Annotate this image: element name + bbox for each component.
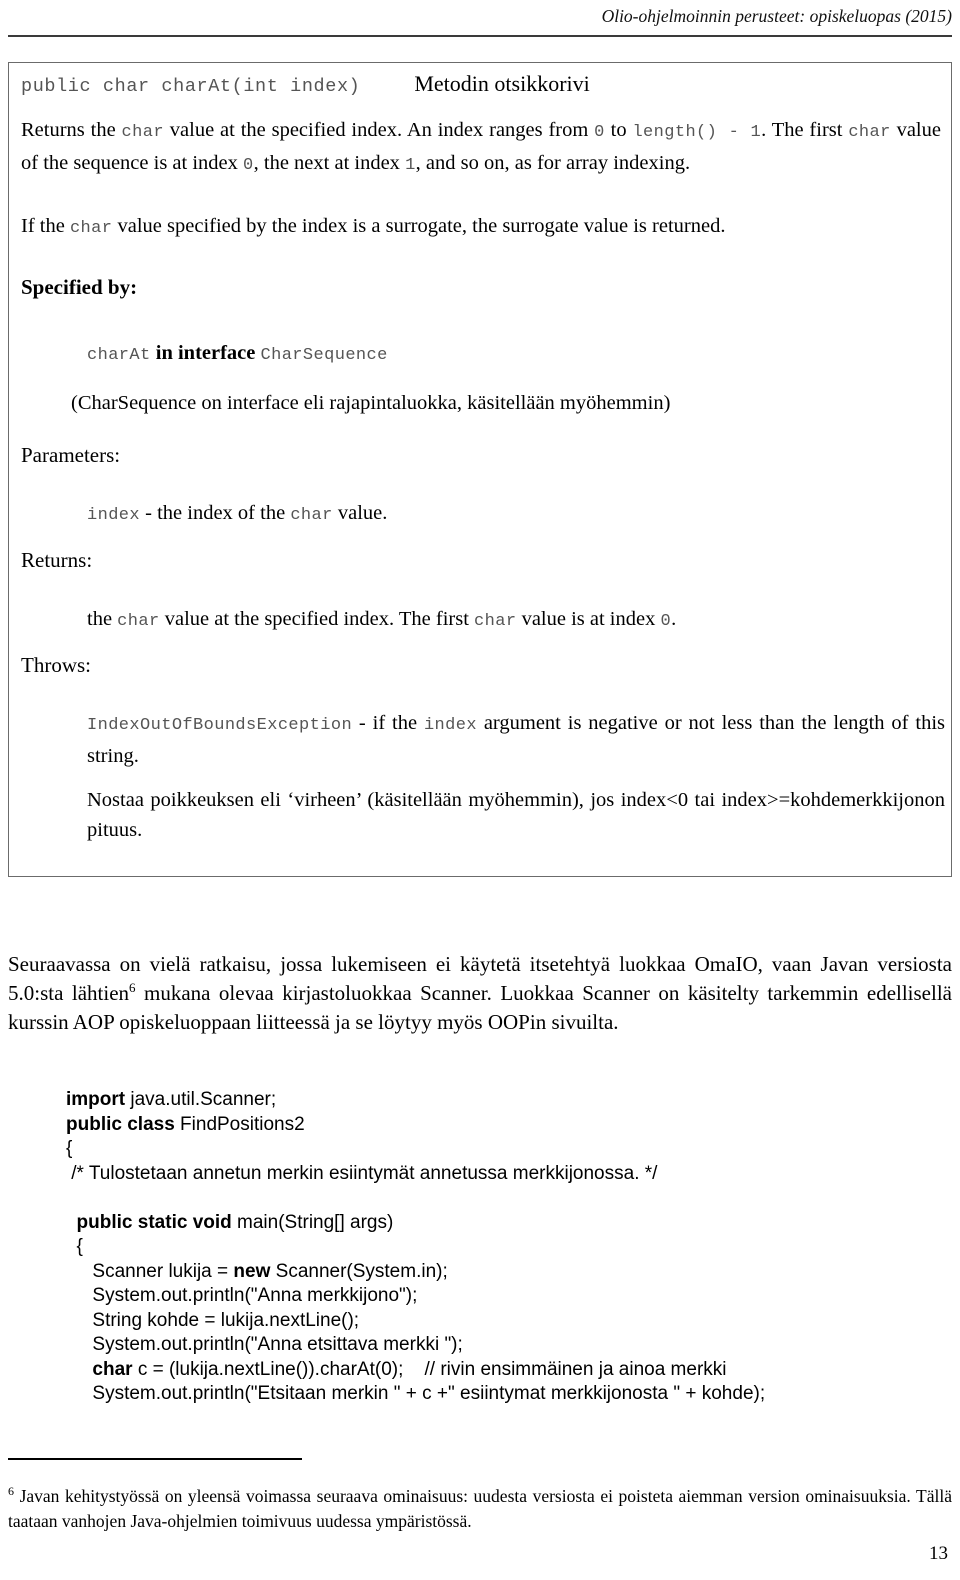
desc1-text-1: Returns the xyxy=(21,119,122,141)
code-line: String kohde = lukija.nextLine(); xyxy=(66,1309,946,1334)
code-line: /* Tulostetaan annetun merkin esiintymät… xyxy=(66,1162,946,1187)
specified-by-value: charAt in interface CharSequence xyxy=(87,338,388,371)
desc1-text-2: value at the specified index. An index r… xyxy=(163,119,595,141)
desc2-code-1: char xyxy=(69,219,113,238)
code-listing: import java.util.Scanner; public class Fi… xyxy=(66,1088,946,1407)
returns-label: Returns: xyxy=(21,548,93,572)
desc1-text-7: , and so on, as for array indexing. xyxy=(415,152,691,174)
throws-exception: IndexOutOfBoundsException xyxy=(87,716,353,735)
throws-value: IndexOutOfBoundsException - if the index… xyxy=(87,708,945,771)
code-keyword: public class xyxy=(66,1113,181,1135)
code-line: import java.util.Scanner; xyxy=(66,1088,946,1113)
parameters-text-1: - the index of the xyxy=(140,502,291,524)
specified-by-connector: in interface xyxy=(155,342,256,364)
parameters-label: Parameters: xyxy=(21,443,121,467)
method-signature: public char charAt(int index) xyxy=(21,76,361,97)
specified-by-method: charAt xyxy=(87,346,151,365)
code-line: System.out.println("Etsitaan merkin " + … xyxy=(66,1382,946,1407)
code-line: Scanner lukija = new Scanner(System.in); xyxy=(66,1260,946,1285)
signature-annotation: Metodin otsikkorivi xyxy=(414,71,590,96)
desc1-code-5: 0 xyxy=(243,156,254,175)
desc1-text-4: . The first xyxy=(761,119,849,141)
returns-text-4: . xyxy=(671,608,677,630)
returns-code-1: char xyxy=(117,612,160,631)
throws-text-1: - if the xyxy=(352,712,424,734)
code-keyword: char xyxy=(66,1358,138,1380)
prose-paragraph: Seuraavassa on vielä ratkaisu, jossa luk… xyxy=(8,950,952,1037)
code-line: public static void main(String[] args) xyxy=(66,1211,946,1236)
code-text: c = (lukija.nextLine()).charAt(0); // ri… xyxy=(137,1358,727,1380)
description-paragraph-2: If the char value specified by the index… xyxy=(21,211,941,244)
code-keyword: import xyxy=(66,1089,131,1110)
code-text: Scanner(System.in); xyxy=(275,1260,448,1282)
desc1-text-3: to xyxy=(604,119,633,141)
desc1-code-3: length() - 1 xyxy=(632,123,762,142)
code-line: System.out.println("Anna etsittava merkk… xyxy=(66,1333,946,1358)
code-text: FindPositions2 xyxy=(180,1113,305,1135)
footnote: 6 Javan kehitystyössä on yleensä voimass… xyxy=(8,1484,952,1534)
prose-text-2: mukana olevaa kirjastoluokkaa Scanner. L… xyxy=(8,981,952,1034)
desc1-text-6: , the next at index xyxy=(253,152,406,174)
description-paragraph-1: Returns the char value at the specified … xyxy=(21,115,941,181)
method-signature-row: public char charAt(int index) Metodin ots… xyxy=(21,71,937,101)
footnote-rule xyxy=(8,1458,302,1460)
parameters-code-1: char xyxy=(290,506,333,525)
throws-code-1: index xyxy=(423,716,477,735)
code-text: { xyxy=(66,1138,73,1159)
code-text: System.out.println("Anna merkkijono"); xyxy=(66,1285,418,1306)
code-text: { xyxy=(66,1236,83,1257)
desc2-text-1: If the xyxy=(21,215,70,237)
desc1-code-1: char xyxy=(121,123,164,142)
returns-code-2: char xyxy=(474,612,517,631)
javadoc-box: public char charAt(int index) Metodin ots… xyxy=(8,62,952,877)
returns-code-3: 0 xyxy=(660,612,672,631)
desc1-code-6: 1 xyxy=(405,156,416,175)
returns-text-3: value is at index xyxy=(516,608,661,630)
code-text: System.out.println("Anna etsittava merkk… xyxy=(66,1334,463,1355)
code-text: String kohde = lukija.nextLine(); xyxy=(66,1309,360,1331)
desc2-text-2: value specified by the index is a surrog… xyxy=(112,215,726,237)
code-line: public class FindPositions2 xyxy=(66,1113,946,1138)
parameters-value: index - the index of the char value. xyxy=(87,498,387,531)
code-line: { xyxy=(66,1137,946,1162)
returns-text-1: the xyxy=(87,608,118,630)
code-line: System.out.println("Anna merkkijono"); xyxy=(66,1284,946,1309)
desc1-code-4: char xyxy=(848,123,891,142)
parameters-text-2: value. xyxy=(332,502,388,524)
parameter-name: index xyxy=(87,506,141,525)
code-line: char c = (lukija.nextLine()).charAt(0); … xyxy=(66,1358,946,1383)
header-rule xyxy=(8,35,952,37)
code-text: java.util.Scanner; xyxy=(130,1089,277,1110)
specified-by-note: (CharSequence on interface eli rajapinta… xyxy=(71,392,671,414)
footnote-text: Javan kehitystyössä on yleensä voimassa … xyxy=(8,1486,952,1531)
throws-note: Nostaa poikkeuksen eli ‘virheen’ (käsite… xyxy=(87,789,945,841)
throws-label: Throws: xyxy=(21,653,91,677)
document-page: Olio-ohjelmoinnin perusteet: opiskeluopa… xyxy=(0,0,960,1580)
desc1-code-2: 0 xyxy=(594,123,605,142)
code-text: main(String[] args) xyxy=(237,1211,394,1233)
running-header: Olio-ohjelmoinnin perusteet: opiskeluopa… xyxy=(601,6,952,26)
code-keyword: public static void xyxy=(66,1211,238,1233)
code-text: Scanner lukija = xyxy=(66,1260,234,1282)
specified-by-label: Specified by: xyxy=(21,275,138,299)
returns-value: the char value at the specified index. T… xyxy=(87,604,676,637)
specified-by-interface: CharSequence xyxy=(260,346,388,365)
page-number: 13 xyxy=(929,1543,948,1564)
code-text: /* Tulostetaan annetun merkin esiintymät… xyxy=(66,1162,658,1184)
code-keyword: new xyxy=(233,1260,276,1282)
returns-text-2: value at the specified index. The first xyxy=(159,608,475,630)
code-text: System.out.println("Etsitaan merkin " + … xyxy=(66,1383,766,1404)
code-line: { xyxy=(66,1235,946,1260)
